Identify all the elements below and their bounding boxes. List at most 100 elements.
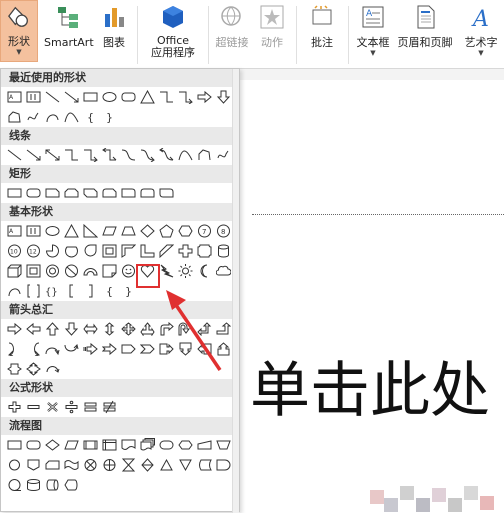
snip-same-side-rect-shape-icon[interactable] bbox=[62, 184, 81, 202]
textbox-shape-icon[interactable]: A bbox=[5, 88, 24, 106]
chevron-shape-icon[interactable] bbox=[138, 340, 157, 358]
rounded-rect-shape-icon[interactable] bbox=[24, 184, 43, 202]
shapes-button[interactable]: 形状 ▼ bbox=[0, 0, 38, 62]
cube-shape-icon[interactable] bbox=[5, 262, 24, 280]
elbow-arrow-shape-icon[interactable] bbox=[176, 88, 195, 106]
can-shape-icon[interactable] bbox=[214, 242, 233, 260]
down-arrow-shape-icon[interactable] bbox=[214, 88, 233, 106]
summing-junction-shape-icon[interactable] bbox=[81, 456, 100, 474]
rounded-rect-shape-icon[interactable] bbox=[119, 88, 138, 106]
decision-shape-icon[interactable] bbox=[43, 436, 62, 454]
dodecagon-shape-icon[interactable]: 12 bbox=[24, 242, 43, 260]
connector-shape-icon[interactable] bbox=[5, 456, 24, 474]
office-apps-button[interactable]: Office 应用程序 bbox=[142, 0, 204, 59]
folded-corner-shape-icon[interactable] bbox=[100, 262, 119, 280]
curved-connector-shape-icon[interactable] bbox=[119, 146, 138, 164]
rectangle-shape-icon[interactable] bbox=[5, 184, 24, 202]
arrow-line-shape-icon[interactable] bbox=[62, 88, 81, 106]
division-sign-shape-icon[interactable] bbox=[62, 398, 81, 416]
offpage-connector-shape-icon[interactable] bbox=[24, 456, 43, 474]
moon-shape-icon[interactable] bbox=[195, 262, 214, 280]
right-arrow-shape-icon[interactable] bbox=[5, 320, 24, 338]
double-brace-shape-icon[interactable]: {} bbox=[43, 282, 62, 300]
pie-shape-icon[interactable] bbox=[43, 242, 62, 260]
manual-input-shape-icon[interactable] bbox=[195, 436, 214, 454]
diamond-shape-icon[interactable] bbox=[138, 222, 157, 240]
vertical-textbox-shape-icon[interactable] bbox=[24, 222, 43, 240]
minus-sign-shape-icon[interactable] bbox=[24, 398, 43, 416]
round-corner-rect-shape-icon[interactable] bbox=[119, 184, 138, 202]
arc-shape-icon[interactable] bbox=[43, 108, 62, 126]
line-shape-icon[interactable] bbox=[43, 88, 62, 106]
curved-left-arrow-shape-icon[interactable] bbox=[24, 340, 43, 358]
right-triangle-shape-icon[interactable] bbox=[81, 222, 100, 240]
pentagon-shape-icon[interactable] bbox=[157, 222, 176, 240]
elbow-arrow-shape-icon[interactable] bbox=[81, 146, 100, 164]
predefined-process-shape-icon[interactable] bbox=[81, 436, 100, 454]
sun-shape-icon[interactable] bbox=[176, 262, 195, 280]
snip-diagonal-rect-shape-icon[interactable] bbox=[81, 184, 100, 202]
preparation-shape-icon[interactable] bbox=[176, 436, 195, 454]
elbow-connector-shape-icon[interactable] bbox=[157, 88, 176, 106]
l-shape-icon[interactable] bbox=[138, 242, 157, 260]
scribble-shape-icon[interactable] bbox=[214, 146, 233, 164]
left-brace-shape-icon[interactable]: { bbox=[100, 282, 119, 300]
left-brace-shape-icon[interactable]: { bbox=[81, 108, 100, 126]
octagon-shape-icon[interactable]: 8 bbox=[214, 222, 233, 240]
arrow-line-shape-icon[interactable] bbox=[24, 146, 43, 164]
hyperlink-button[interactable]: 超链接 bbox=[212, 0, 252, 49]
document-shape-icon[interactable] bbox=[119, 436, 138, 454]
left-bracket-shape-icon[interactable] bbox=[62, 282, 81, 300]
scribble-shape-icon[interactable] bbox=[24, 108, 43, 126]
frame-shape-icon[interactable] bbox=[100, 242, 119, 260]
no-symbol-shape-icon[interactable] bbox=[62, 262, 81, 280]
left-right-arrow-callout-shape-icon[interactable] bbox=[5, 360, 24, 378]
curve-shape-icon[interactable] bbox=[62, 108, 81, 126]
card-shape-icon[interactable] bbox=[43, 456, 62, 474]
plus-shape-icon[interactable] bbox=[176, 242, 195, 260]
slide-canvas[interactable] bbox=[240, 80, 504, 512]
trapezoid-shape-icon[interactable] bbox=[119, 222, 138, 240]
striped-right-arrow-shape-icon[interactable] bbox=[81, 340, 100, 358]
not-equal-sign-shape-icon[interactable] bbox=[100, 398, 119, 416]
manual-operation-shape-icon[interactable] bbox=[214, 436, 233, 454]
equal-sign-shape-icon[interactable] bbox=[81, 398, 100, 416]
direct-access-storage-shape-icon[interactable] bbox=[43, 476, 62, 494]
left-right-up-arrow-shape-icon[interactable] bbox=[138, 320, 157, 338]
curved-right-arrow-shape-icon[interactable] bbox=[5, 340, 24, 358]
quad-arrow-callout-shape-icon[interactable] bbox=[24, 360, 43, 378]
delay-shape-icon[interactable] bbox=[214, 456, 233, 474]
wordart-button[interactable]: A 艺术字 ▼ bbox=[458, 0, 504, 57]
curved-down-arrow-shape-icon[interactable] bbox=[62, 340, 81, 358]
quad-arrow-shape-icon[interactable] bbox=[119, 320, 138, 338]
extract-shape-icon[interactable] bbox=[157, 456, 176, 474]
comment-button[interactable]: 批注 bbox=[302, 0, 342, 49]
chord-shape-icon[interactable] bbox=[62, 242, 81, 260]
magnetic-disk-shape-icon[interactable] bbox=[24, 476, 43, 494]
punched-tape-shape-icon[interactable] bbox=[62, 456, 81, 474]
plaque-shape-icon[interactable] bbox=[195, 242, 214, 260]
right-bracket-shape-icon[interactable] bbox=[81, 282, 100, 300]
internal-storage-shape-icon[interactable] bbox=[100, 436, 119, 454]
action-button[interactable]: 动作 bbox=[254, 0, 290, 49]
elbow-double-arrow-shape-icon[interactable] bbox=[100, 146, 119, 164]
elbow-connector-shape-icon[interactable] bbox=[62, 146, 81, 164]
curved-arrow-shape-icon[interactable] bbox=[138, 146, 157, 164]
snip-corner-rect-shape-icon[interactable] bbox=[43, 184, 62, 202]
parallelogram-shape-icon[interactable] bbox=[100, 222, 119, 240]
up-down-arrow-shape-icon[interactable] bbox=[100, 320, 119, 338]
curved-up-arrow-shape-icon[interactable] bbox=[43, 340, 62, 358]
up-arrow-shape-icon[interactable] bbox=[43, 320, 62, 338]
oval-shape-icon[interactable] bbox=[43, 222, 62, 240]
freeform-shape-icon[interactable] bbox=[195, 146, 214, 164]
or-shape-icon[interactable] bbox=[100, 456, 119, 474]
double-bracket-shape-icon[interactable] bbox=[24, 282, 43, 300]
pentagon-arrow-shape-icon[interactable] bbox=[119, 340, 138, 358]
freeform-shape-icon[interactable] bbox=[5, 108, 24, 126]
bevel-shape-icon[interactable] bbox=[24, 262, 43, 280]
dropdown-scrollbar[interactable] bbox=[232, 69, 239, 513]
data-shape-icon[interactable] bbox=[62, 436, 81, 454]
sort-shape-icon[interactable] bbox=[138, 456, 157, 474]
multidocument-shape-icon[interactable] bbox=[138, 436, 157, 454]
process-shape-icon[interactable] bbox=[5, 436, 24, 454]
